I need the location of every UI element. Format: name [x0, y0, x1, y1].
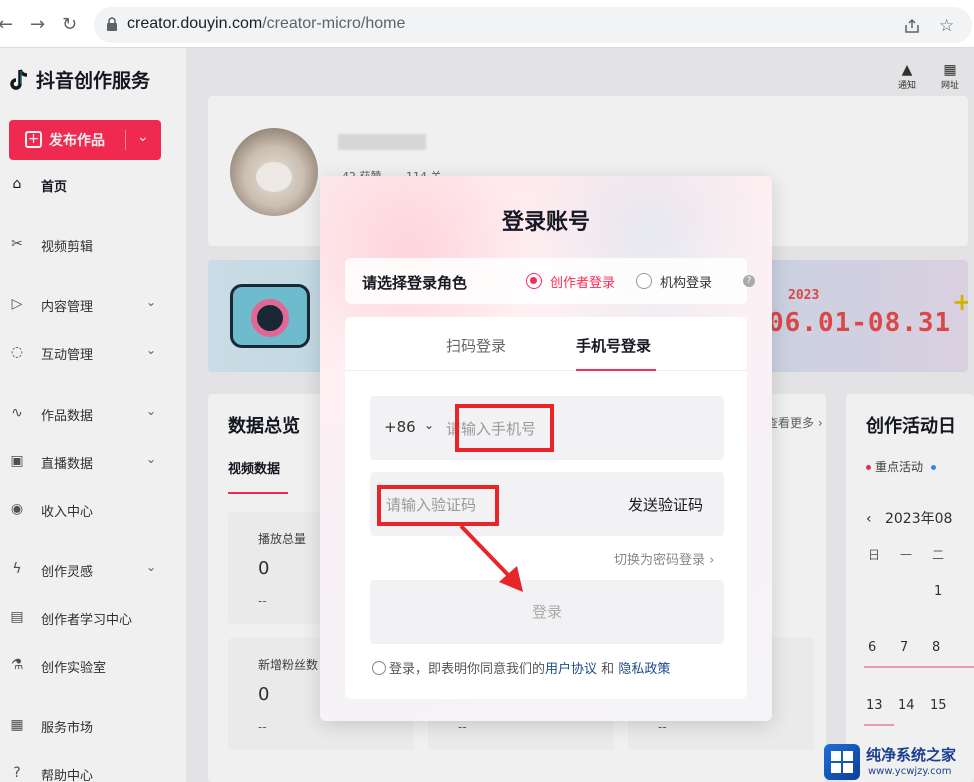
role-selector: 请选择登录角色 创作者登录 机构登录 ? [345, 258, 755, 304]
chevron-down-icon[interactable]: ⌄ [424, 418, 434, 432]
agree-checkbox[interactable] [372, 661, 386, 675]
send-code-button[interactable]: 发送验证码 [628, 494, 703, 515]
browser-toolbar: ← → ↻ creator.douyin.com/creator-micro/h… [0, 0, 974, 48]
help-icon[interactable]: ? [743, 275, 755, 287]
login-tabs: 扫码登录 手机号登录 [345, 317, 747, 371]
active-tab-indicator [576, 369, 656, 371]
back-icon[interactable]: ← [0, 14, 13, 35]
annotation-box-phone [455, 404, 554, 452]
watermark-title: 纯净系统之家 [866, 746, 957, 764]
share-icon[interactable] [904, 18, 920, 34]
tab-qr-login[interactable]: 扫码登录 [446, 335, 506, 356]
reload-icon[interactable]: ↻ [62, 14, 77, 35]
country-code[interactable]: +86 [384, 418, 416, 436]
privacy-link[interactable]: 隐私政策 [618, 662, 670, 677]
radio-org[interactable] [636, 273, 652, 289]
lock-icon [107, 17, 117, 31]
terms-link[interactable]: 用户协议 [545, 662, 597, 677]
switch-password-link[interactable]: 切换为密码登录 › [614, 549, 714, 568]
agreement-row: 登录，即表明你同意我们的用户协议 和 隐私政策 [372, 658, 670, 677]
url-text: creator.douyin.com/creator-micro/home [127, 15, 406, 32]
forward-icon[interactable]: → [30, 14, 45, 35]
watermark: 纯净系统之家 www.ycwjzy.com [824, 742, 974, 782]
address-bar[interactable]: creator.douyin.com/creator-micro/home ☆ [94, 7, 972, 43]
modal-title: 登录账号 [501, 210, 590, 235]
role-label: 请选择登录角色 [362, 274, 468, 292]
tab-phone-login[interactable]: 手机号登录 [576, 335, 651, 356]
annotation-arrow [459, 524, 523, 592]
watermark-url: www.ycwjzy.com [868, 766, 952, 777]
login-button[interactable]: 登录 [370, 580, 724, 644]
windows-logo-icon [824, 744, 860, 780]
role-creator-label[interactable]: 创作者登录 [550, 272, 615, 291]
radio-creator[interactable] [526, 273, 542, 289]
bookmark-star-icon[interactable]: ☆ [939, 16, 954, 36]
role-org-label[interactable]: 机构登录 [660, 272, 712, 291]
